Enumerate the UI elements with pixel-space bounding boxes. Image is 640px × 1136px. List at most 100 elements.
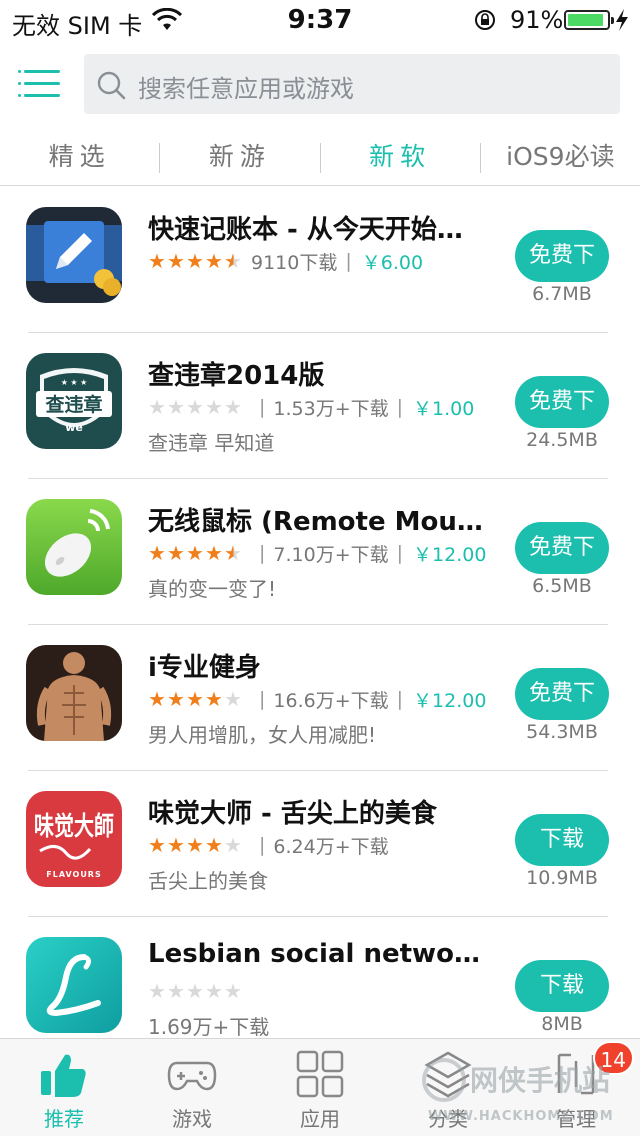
star-icon: ★: [167, 687, 185, 711]
app-size: 10.9MB: [526, 867, 598, 889]
thumbs-up-icon: [41, 1054, 86, 1097]
tab-new-apps[interactable]: 新软: [321, 130, 480, 186]
nav-label: 应用: [300, 1107, 340, 1131]
download-button[interactable]: 下载: [515, 960, 609, 1012]
app-subtitle: 查违章 早知道: [148, 431, 275, 455]
svg-text:★ ★ ★: ★ ★ ★: [61, 378, 88, 387]
star-icon: ★: [205, 979, 223, 1003]
status-bar: 无效 SIM 卡 9:37 91%: [0, 0, 640, 40]
search-header: 搜索任意应用或游戏: [0, 40, 640, 130]
star-icon: ★: [167, 249, 185, 273]
star-icon: ★: [205, 541, 223, 565]
tab-featured[interactable]: 精选: [0, 130, 159, 186]
download-button[interactable]: 免费下: [515, 668, 609, 720]
rating-stars: ★ ★ ★ ★ ★: [148, 397, 243, 417]
app-meta: ★ ★ ★ ★ ★ | 1.53万+下载 | ￥1.00: [148, 395, 475, 420]
star-icon: ★: [148, 249, 166, 273]
star-icon: ★: [224, 541, 242, 565]
app-subtitle: 1.69万+下载: [148, 1015, 270, 1039]
star-icon: ★: [224, 687, 242, 711]
app-price: ￥1.00: [413, 397, 475, 420]
star-icon: ★: [148, 541, 166, 565]
star-icon: ★: [224, 833, 242, 857]
app-price: ￥6.00: [361, 251, 424, 274]
app-size: 54.3MB: [526, 721, 598, 743]
list-item[interactable]: 无线鼠标 (Remote Mouse) ★ ★ ★ ★ ★ | 7.10万+下载 | ￥…: [0, 479, 640, 625]
app-downloads: 1.53万+下载: [273, 397, 389, 420]
app-price: ￥12.00: [413, 689, 487, 712]
app-meta: ★ ★ ★ ★ ★: [148, 977, 251, 1005]
battery-icon: [564, 10, 614, 30]
app-downloads: 7.10万+下载: [273, 543, 389, 566]
star-icon: ★: [186, 833, 204, 857]
star-icon: ★: [205, 249, 223, 273]
app-subtitle: 男人用增肌，女人用减肥!: [148, 723, 377, 747]
rating-stars: ★ ★ ★ ★ ★: [148, 251, 243, 271]
app-size: 6.5MB: [532, 575, 592, 597]
app-meta: ★ ★ ★ ★ ★ | 16.6万+下载 | ￥12.00: [148, 687, 487, 712]
download-button[interactable]: 免费下: [515, 522, 609, 574]
app-meta: ★ ★ ★ ★ ★ | 6.24万+下载: [148, 833, 389, 858]
app-list: 快速记账本 - 从今天开始… ★ ★ ★ ★ ★ 9110下载 | ￥6.00 免费下 …: [0, 187, 640, 1063]
star-icon: ★: [167, 395, 185, 419]
charging-bolt-icon: [616, 9, 628, 31]
nav-recommend[interactable]: 推荐: [0, 1039, 128, 1136]
app-price: ￥12.00: [413, 543, 487, 566]
gamepad-icon: [167, 1061, 217, 1091]
star-icon: ★: [224, 979, 242, 1003]
download-button[interactable]: 免费下: [515, 376, 609, 428]
star-icon: ★: [148, 687, 166, 711]
rating-stars: ★ ★ ★ ★ ★: [148, 689, 243, 709]
star-icon: ★: [167, 541, 185, 565]
star-icon: ★: [167, 833, 185, 857]
nav-label: 推荐: [44, 1107, 84, 1131]
letter-l-icon: [26, 937, 122, 1033]
star-icon: ★: [167, 979, 185, 1003]
list-item[interactable]: 查违章 we ★ ★ ★ 查违章2014版 ★ ★ ★ ★ ★ | 1.53万+下载 |…: [0, 333, 640, 479]
app-title: 查违章2014版: [148, 361, 325, 391]
rating-stars: ★ ★ ★ ★ ★: [148, 835, 243, 855]
star-icon: ★: [148, 395, 166, 419]
app-title: i专业健身: [148, 653, 261, 683]
svg-text:味觉大師: 味觉大師: [34, 812, 114, 842]
list-item[interactable]: i专业健身 ★ ★ ★ ★ ★ | 16.6万+下载 | ￥12.00 男人用增肌，女人…: [0, 625, 640, 771]
grid-icon: [296, 1050, 344, 1098]
download-button[interactable]: 免费下: [515, 230, 609, 282]
app-downloads: 16.6万+下载: [273, 689, 389, 712]
tab-new-games[interactable]: 新游: [160, 130, 319, 186]
star-icon: ★: [186, 249, 204, 273]
search-input[interactable]: 搜索任意应用或游戏: [84, 54, 620, 114]
star-icon: ★: [205, 833, 223, 857]
tab-ios9-must-read[interactable]: iOS9必读: [481, 130, 640, 186]
star-icon: ★: [205, 395, 223, 419]
star-icon: ★: [224, 395, 242, 419]
star-icon: ★: [186, 395, 204, 419]
app-size: 8MB: [541, 1013, 583, 1035]
download-button[interactable]: 下载: [515, 814, 609, 866]
star-icon: ★: [186, 541, 204, 565]
app-title: 味觉大师 - 舌尖上的美食: [148, 799, 437, 829]
nav-apps[interactable]: 应用: [256, 1039, 384, 1136]
shield-badge-icon: 查违章 we ★ ★ ★: [26, 353, 122, 449]
svg-text:FLAVOURS: FLAVOURS: [46, 870, 101, 879]
rotation-lock-icon: [475, 10, 495, 30]
app-downloads: 9110下载: [251, 251, 338, 274]
nav-games[interactable]: 游戏: [128, 1039, 256, 1136]
list-item[interactable]: 味觉大師 FLAVOURS 味觉大师 - 舌尖上的美食 ★ ★ ★ ★ ★ | 6.24…: [0, 771, 640, 917]
nav-label: 游戏: [172, 1107, 212, 1131]
star-icon: ★: [186, 687, 204, 711]
app-title: Lesbian social network…: [148, 939, 488, 969]
app-title: 快速记账本 - 从今天开始…: [148, 215, 463, 245]
rating-stars: ★ ★ ★ ★ ★: [148, 543, 243, 563]
list-item[interactable]: 快速记账本 - 从今天开始… ★ ★ ★ ★ ★ 9110下载 | ￥6.00 免费下 …: [0, 187, 640, 333]
star-icon: ★: [205, 687, 223, 711]
battery-percent: 91%: [510, 6, 564, 34]
app-subtitle: 舌尖上的美食: [148, 869, 268, 893]
svg-text:we: we: [65, 421, 83, 434]
app-meta: ★ ★ ★ ★ ★ 9110下载 | ￥6.00: [148, 249, 424, 274]
app-size: 24.5MB: [526, 429, 598, 451]
app-title: 无线鼠标 (Remote Mouse): [148, 507, 488, 537]
app-subtitle: 真的变一变了!: [148, 577, 277, 601]
search-placeholder: 搜索任意应用或游戏: [138, 75, 354, 103]
menu-button[interactable]: [18, 66, 64, 102]
